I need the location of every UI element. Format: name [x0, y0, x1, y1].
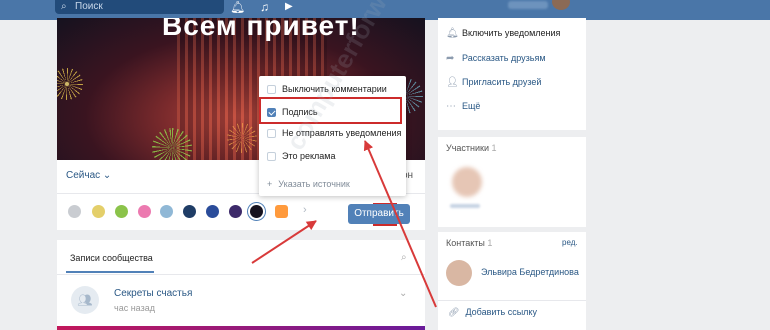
chevron-right-icon[interactable]: › — [303, 204, 307, 216]
search-icon: ⌕ — [61, 1, 67, 12]
add-user-icon: 👤︎ — [446, 77, 459, 88]
tab-community-posts[interactable]: Записи сообщества — [70, 253, 153, 263]
background-swatch[interactable] — [275, 205, 288, 218]
members-block: Участники 1 — [438, 137, 586, 227]
contacts-title: Контакты 1 — [446, 238, 493, 248]
tab-underline — [66, 271, 154, 273]
publish-time-selector[interactable]: Сейчас ⌄ — [66, 170, 111, 181]
contacts-block: Контакты 1 ред. Эльвира Бедретдинова 🔗︎ Д… — [438, 232, 586, 330]
user-avatar[interactable] — [552, 0, 570, 10]
contact-name[interactable]: Эльвира Бедретдинова — [481, 267, 579, 277]
background-swatch-selected[interactable] — [250, 205, 263, 218]
firework-decoration — [152, 128, 192, 160]
specify-source-link[interactable]: + Указать источник — [267, 177, 350, 191]
bell-icon[interactable]: 🔔︎ — [230, 0, 245, 14]
contact-avatar[interactable] — [446, 260, 472, 286]
divider — [438, 300, 586, 301]
firework-decoration — [227, 123, 257, 153]
background-swatch-none[interactable] — [68, 205, 81, 218]
members-title[interactable]: Участники 1 — [446, 143, 497, 153]
banner-title: Всем привет! — [162, 18, 360, 41]
music-icon[interactable]: ♫ — [260, 0, 269, 14]
checkbox[interactable] — [267, 152, 276, 161]
background-swatch[interactable] — [92, 205, 105, 218]
search-icon[interactable]: ⌕ — [401, 252, 407, 263]
firework-decoration — [57, 68, 83, 100]
invite-friends-link[interactable]: 👤︎ Пригласить друзей — [446, 75, 541, 89]
background-swatch[interactable] — [229, 205, 242, 218]
more-link[interactable]: ⋯ Ещё — [446, 99, 480, 113]
group-avatar-icon[interactable]: 👥︎ — [71, 286, 99, 314]
post-author[interactable]: Секреты счастья — [114, 288, 192, 299]
checkbox[interactable] — [267, 129, 276, 138]
play-icon[interactable]: ▶ — [285, 0, 293, 14]
bell-icon: 🔔︎ — [446, 28, 459, 39]
community-posts: Записи сообщества ⌕ 👥︎ Секреты счастья ч… — [57, 240, 425, 330]
divider — [57, 274, 425, 275]
plus-icon: + — [267, 179, 273, 189]
chevron-down-icon: ⌄ — [102, 170, 112, 181]
tell-friends-link[interactable]: ➦ Рассказать друзьям — [446, 51, 546, 65]
background-swatch[interactable] — [160, 205, 173, 218]
member-avatar[interactable] — [452, 167, 482, 197]
user-name-blurred[interactable] — [508, 1, 548, 9]
more-icon: ⋯ — [446, 101, 456, 112]
edit-contacts-link[interactable]: ред. — [562, 238, 578, 247]
enable-notifications-link[interactable]: 🔔︎ Включить уведомления — [446, 26, 560, 40]
background-swatch[interactable] — [183, 205, 196, 218]
background-swatch[interactable] — [115, 205, 128, 218]
group-actions-panel: 🔔︎ Включить уведомления ➦ Рассказать друзь… — [438, 18, 586, 130]
link-icon: 🔗︎ — [448, 307, 460, 317]
post-time[interactable]: час назад — [114, 303, 155, 313]
add-link-button[interactable]: 🔗︎ Добавить ссылку — [448, 307, 537, 318]
send-button[interactable]: Отправить — [348, 204, 410, 224]
background-swatch[interactable] — [138, 205, 151, 218]
search-box[interactable]: ⌕ Поиск — [55, 0, 224, 14]
search-placeholder: Поиск — [75, 1, 103, 12]
member-name-blurred[interactable] — [450, 204, 480, 208]
checkbox[interactable] — [267, 85, 276, 94]
share-icon: ➦ — [446, 53, 455, 64]
next-post-image — [57, 326, 425, 330]
background-swatch[interactable] — [206, 205, 219, 218]
chevron-down-icon[interactable]: ⌄ — [399, 288, 407, 299]
